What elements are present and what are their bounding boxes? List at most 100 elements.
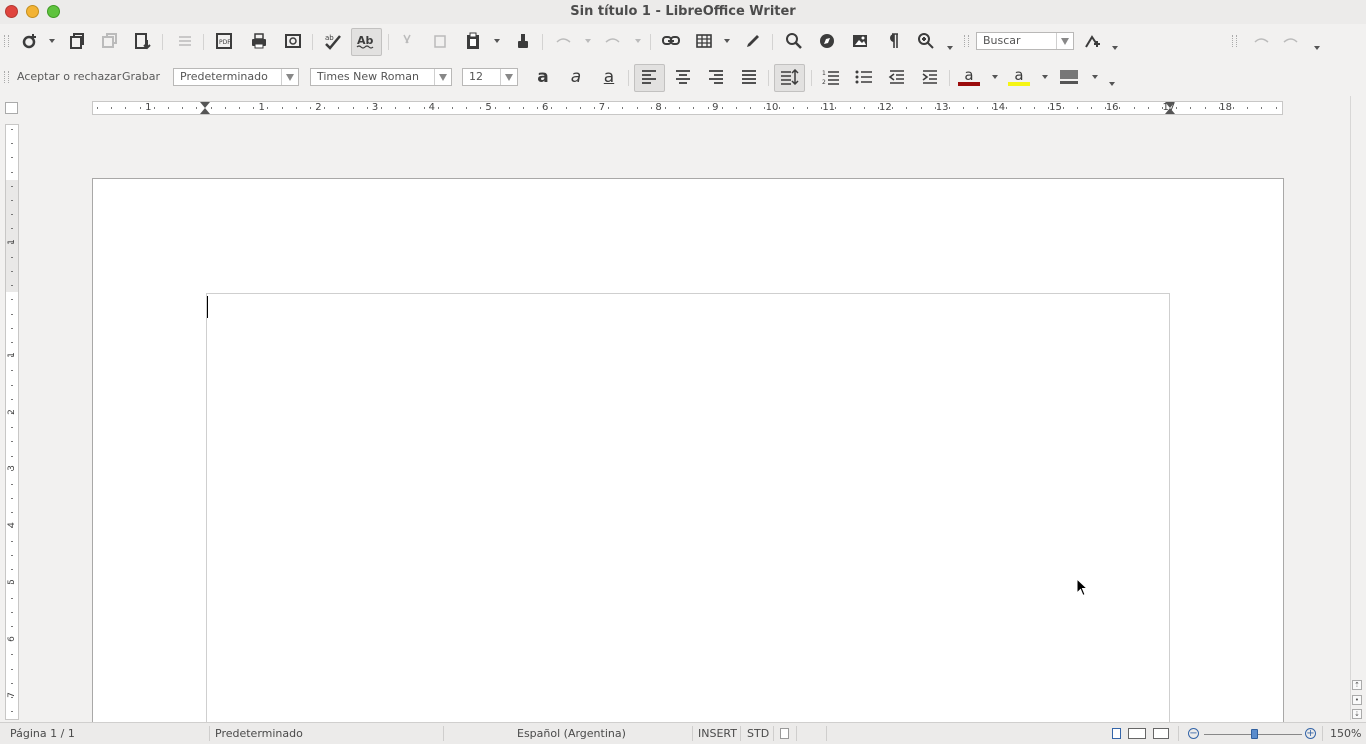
formatting-marks-icon[interactable] [882,31,904,51]
format-toolbar-overflow-arrow[interactable] [1109,82,1115,86]
page-style[interactable]: Predeterminado [215,727,303,740]
align-center-icon[interactable] [672,67,694,87]
table-icon[interactable] [693,31,715,51]
copy-icon[interactable] [429,31,451,51]
search-dropdown-arrow[interactable] [1056,33,1073,49]
toolbar-overflow-arrow-2[interactable] [1314,46,1320,50]
special-character-icon[interactable] [1082,31,1104,51]
highlight-button[interactable]: a [1008,67,1030,87]
status-bar: Página 1 / 1 Predeterminado Español (Arg… [0,722,1366,744]
ruler-tick [11,228,13,230]
increase-indent-icon[interactable] [919,67,941,87]
align-right-icon[interactable] [705,67,727,87]
font-color-dropdown-arrow[interactable] [992,75,998,79]
zoom-in-icon[interactable]: + [1305,728,1316,739]
new-dropdown-arrow[interactable] [49,39,55,43]
font-name-dropdown-arrow[interactable] [434,69,451,85]
paragraph-style-dropdown-arrow[interactable] [281,69,298,85]
zoom-icon[interactable] [915,31,937,51]
font-color-button[interactable]: a [958,67,980,87]
ruler-tick [366,107,368,109]
zoom-slider-knob[interactable] [1251,729,1258,739]
pdf-export-icon[interactable]: PDF [214,31,236,51]
book-view-icon[interactable] [1153,728,1169,739]
single-page-view-icon[interactable] [1112,728,1121,739]
justify-icon[interactable] [738,67,760,87]
tab-stop-selector[interactable] [5,102,18,114]
paste-dropdown-arrow[interactable] [494,39,500,43]
navigation-button[interactable]: • [1352,695,1362,705]
export-icon[interactable] [132,31,154,51]
zoom-out-icon[interactable]: − [1188,728,1199,739]
selection-mode[interactable]: STD [747,727,769,740]
open-icon[interactable] [66,31,88,51]
redo-icon[interactable] [602,31,624,51]
page-count[interactable]: Página 1 / 1 [10,727,75,740]
record-changes-button[interactable]: Grabar [122,70,160,83]
bullet-list-icon[interactable] [853,67,875,87]
cut-icon[interactable] [396,31,418,51]
undo-dropdown-arrow[interactable] [585,39,591,43]
multi-page-view-icon[interactable] [1128,728,1146,739]
ruler-tick [210,107,212,109]
background-color-dropdown-arrow[interactable] [1092,75,1098,79]
edit-document-icon[interactable] [174,31,196,51]
next-page-button[interactable]: ⇣ [1352,709,1362,719]
toolbar-grip-3[interactable] [1232,35,1237,47]
print-icon[interactable] [248,31,270,51]
language-status[interactable]: Español (Argentina) [517,727,626,740]
line-spacing-icon[interactable] [778,67,800,87]
ruler-tick [423,107,425,109]
indent-marker-bottom-icon[interactable] [1165,108,1175,114]
image-icon[interactable] [849,31,871,51]
accept-reject-changes-button[interactable]: Aceptar o rechazar [17,70,121,83]
find-icon[interactable] [783,31,805,51]
ruler-tick [1048,107,1050,109]
previous-page-button[interactable]: ⇡ [1352,680,1362,690]
clone-formatting-icon[interactable] [512,31,534,51]
redo-dropdown-arrow[interactable] [635,39,641,43]
table-dropdown-arrow[interactable] [724,39,730,43]
align-left-icon[interactable] [638,67,660,87]
spellcheck-icon[interactable]: ab [322,31,344,51]
hyperlink-icon[interactable] [660,31,682,51]
new-document-icon[interactable] [18,31,40,51]
font-size-select[interactable]: 12 [462,68,518,86]
ruler-tick [608,107,610,109]
print-preview-icon[interactable] [282,31,304,51]
vertical-ruler[interactable]: 1 1 2 3 4 5 6 7 [5,124,19,720]
toolbar-grip[interactable] [4,35,9,47]
vertical-scrollbar[interactable] [1350,96,1366,720]
draw-icon[interactable] [742,31,764,51]
bold-button[interactable]: a [532,67,554,87]
ruler-tick [11,171,13,173]
search-input[interactable]: Buscar [976,32,1074,50]
italic-button[interactable]: a [565,67,587,87]
font-size-dropdown-arrow[interactable] [500,69,517,85]
toolbar-grip-format[interactable] [4,71,9,83]
navigator-icon[interactable] [816,31,838,51]
undo-icon[interactable] [552,31,574,51]
background-color-icon[interactable] [1058,67,1080,87]
ruler-label: 3 [371,102,379,113]
underline-button[interactable]: a [598,67,620,87]
zoom-level[interactable]: 150% [1330,727,1361,740]
font-name-select[interactable]: Times New Roman [310,68,452,86]
insert-mode[interactable]: INSERT [698,727,737,740]
decrease-indent-icon[interactable] [886,67,908,87]
ruler-tick [977,107,979,109]
sidebar-undo-icon[interactable] [1250,31,1272,51]
zoom-dropdown-arrow[interactable] [947,46,953,50]
numbered-list-icon[interactable]: 12 [820,67,842,87]
toolbar-overflow-arrow[interactable] [1112,46,1118,50]
text-area[interactable] [206,293,1170,733]
autospellcheck-icon[interactable]: Ab [355,31,377,51]
indent-marker-bottom-icon[interactable] [200,108,210,114]
paragraph-style-select[interactable]: Predeterminado [173,68,299,86]
sidebar-redo-icon[interactable] [1280,31,1302,51]
highlight-dropdown-arrow[interactable] [1042,75,1048,79]
horizontal-ruler[interactable]: 1 1 2 3 4 5 6 7 8 9 10 11 12 13 14 15 16 17 18 [92,101,1283,115]
toolbar-grip-2[interactable] [964,35,969,47]
paste-icon[interactable] [462,31,484,51]
save-icon[interactable] [99,31,121,51]
